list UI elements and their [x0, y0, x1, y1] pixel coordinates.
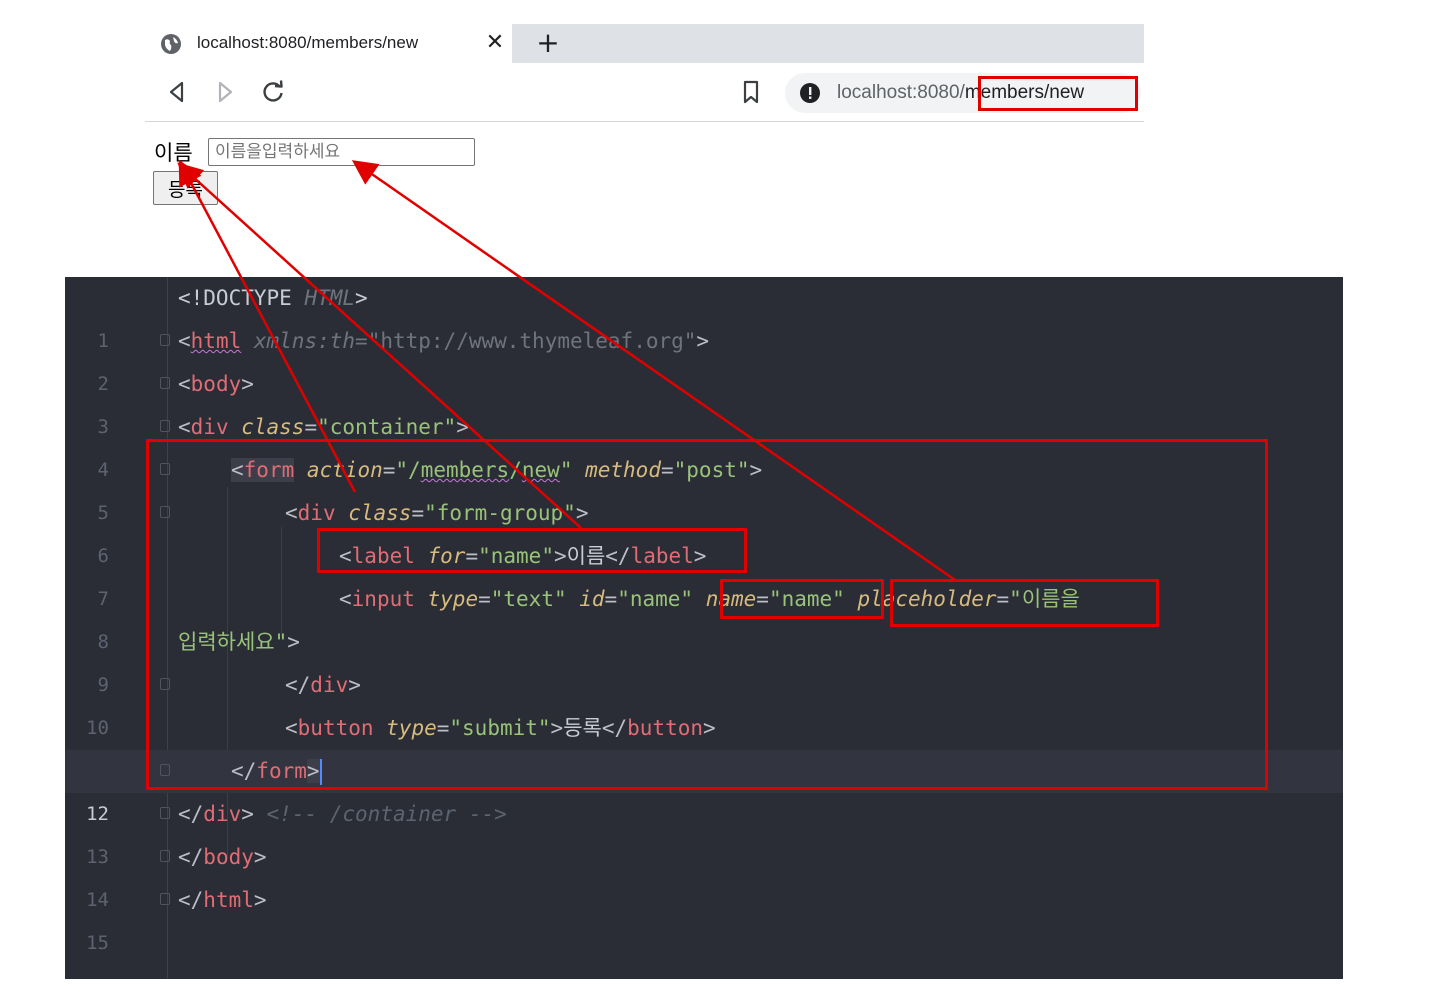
line-number: 15 — [86, 932, 109, 954]
fold-marker-icon[interactable] — [160, 334, 170, 346]
reload-icon[interactable] — [259, 78, 287, 106]
code-line: 2 <html xmlns:th="http://www.thymeleaf.o… — [65, 320, 1343, 395]
code-text: </html> — [178, 888, 267, 912]
code-text: <html xmlns:th="http://www.thymeleaf.org… — [178, 329, 710, 353]
fold-marker-icon[interactable] — [160, 807, 170, 819]
globe-icon — [161, 34, 181, 54]
code-line: 3 <body> — [65, 363, 1343, 438]
name-input[interactable] — [208, 138, 475, 166]
fold-marker-icon[interactable] — [160, 893, 170, 905]
code-line: 1 <!DOCTYPE HTML> — [65, 277, 1343, 352]
forward-icon[interactable] — [211, 78, 239, 106]
register-button[interactable]: 등록 — [153, 171, 218, 205]
back-icon[interactable] — [163, 78, 191, 106]
fold-marker-icon[interactable] — [160, 850, 170, 862]
code-line: 13 </div> <!-- /container --> — [65, 793, 1343, 868]
close-icon[interactable]: ✕ — [483, 28, 507, 58]
fold-marker-icon[interactable] — [160, 377, 170, 389]
tab-title: localhost:8080/members/new — [197, 33, 419, 52]
url-path-highlight-box — [978, 76, 1138, 111]
browser-tab[interactable]: localhost:8080/members/new ✕ — [145, 24, 512, 63]
placeholder-attr-highlight-box — [890, 579, 1159, 627]
bookmark-icon[interactable] — [737, 78, 765, 106]
code-line: 15 </html> — [65, 879, 1343, 954]
code-text: </div> <!-- /container --> — [178, 802, 507, 826]
name-label: 이름 — [154, 141, 193, 165]
label-highlight-box — [317, 528, 747, 573]
new-tab-button[interactable]: + — [533, 27, 563, 59]
info-icon[interactable] — [799, 82, 821, 104]
url-host: localhost:8080/ — [837, 82, 965, 103]
code-text: <body> — [178, 372, 254, 396]
code-text: </body> — [178, 845, 267, 869]
browser-tab-bar: localhost:8080/members/new ✕ + — [145, 24, 1144, 63]
fold-marker-icon[interactable] — [160, 420, 170, 432]
name-attr-highlight-box — [720, 579, 884, 619]
code-line: 14 </body> — [65, 836, 1343, 911]
code-text: <!DOCTYPE HTML> — [178, 286, 368, 310]
